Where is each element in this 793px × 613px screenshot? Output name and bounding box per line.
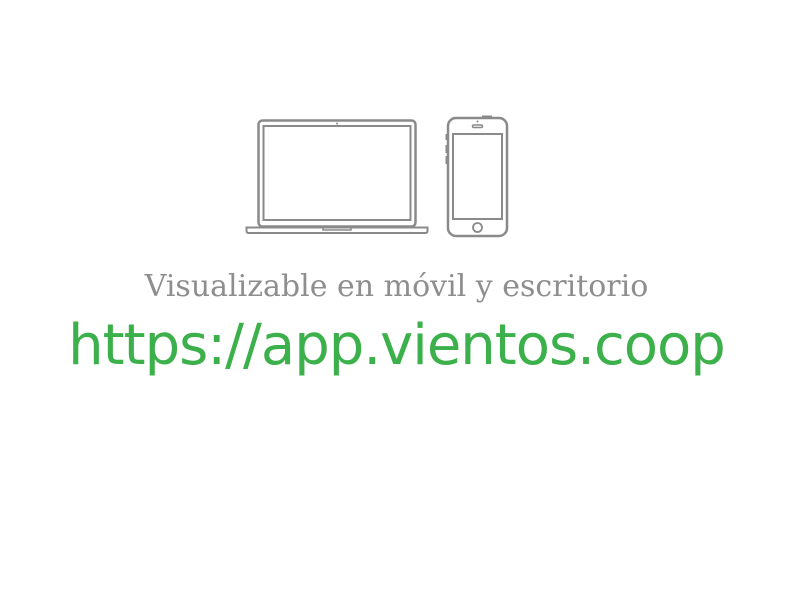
app-url-link[interactable]: https://app.vientos.coop [0,308,793,384]
laptop-icon [245,119,429,234]
device-illustration [244,114,512,240]
tagline-text: Visualizable en móvil y escritorio [144,269,649,304]
smartphone-icon [445,115,509,238]
